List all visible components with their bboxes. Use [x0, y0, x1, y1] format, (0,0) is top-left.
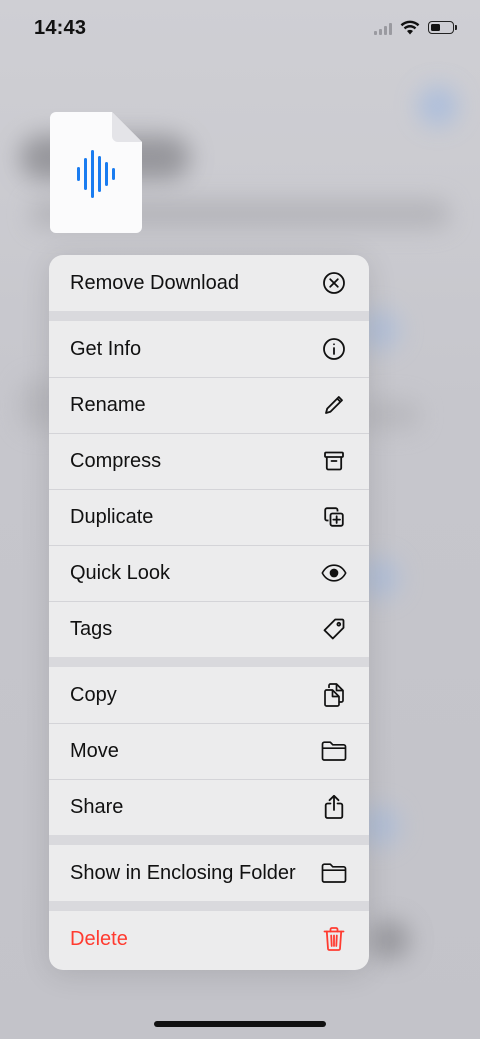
copy-icon [321, 682, 347, 708]
menu-item-label: Tags [70, 617, 113, 640]
menu-item-label: Show in Enclosing Folder [70, 861, 296, 884]
menu-group-separator [49, 311, 369, 321]
status-bar: 14:43 [0, 0, 480, 56]
trash-icon [321, 926, 347, 952]
menu-item-label: Move [70, 739, 119, 762]
folder-icon [321, 738, 347, 764]
menu-item-show-in-enclosing-folder[interactable]: Show in Enclosing Folder [49, 845, 369, 901]
menu-item-remove-download[interactable]: Remove Download [49, 255, 369, 311]
status-time: 14:43 [34, 17, 87, 39]
archive-box-icon [321, 448, 347, 474]
menu-item-label: Compress [70, 449, 162, 472]
menu-group-separator [49, 901, 369, 911]
file-preview [50, 112, 142, 233]
home-indicator[interactable] [154, 1021, 326, 1027]
menu-item-label: Rename [70, 393, 146, 416]
menu-item-label: Remove Download [70, 271, 239, 294]
menu-item-share[interactable]: Share [49, 779, 369, 835]
menu-item-move[interactable]: Move [49, 723, 369, 779]
battery-icon [428, 21, 457, 34]
menu-item-get-info[interactable]: Get Info [49, 321, 369, 377]
menu-item-quick-look[interactable]: Quick Look [49, 545, 369, 601]
document-icon [50, 112, 142, 233]
menu-group: Copy Move Share [49, 667, 369, 835]
menu-item-delete[interactable]: Delete [49, 911, 369, 967]
menu-group: Show in Enclosing Folder [49, 845, 369, 901]
menu-item-label: Duplicate [70, 505, 154, 528]
tag-icon [321, 616, 347, 642]
menu-group-separator [49, 657, 369, 667]
menu-item-duplicate[interactable]: Duplicate [49, 489, 369, 545]
circle-x-icon [321, 270, 347, 296]
menu-item-label: Copy [70, 683, 117, 706]
menu-item-label: Share [70, 795, 124, 818]
menu-item-label: Delete [70, 927, 128, 950]
context-menu: Remove Download Get Info Rename Compress Dup… [49, 255, 369, 970]
menu-item-tags[interactable]: Tags [49, 601, 369, 657]
info-icon [321, 336, 347, 362]
menu-group: Get Info Rename Compress Duplicate Quick Loo… [49, 321, 369, 657]
cellular-signal-icon [374, 21, 392, 35]
duplicate-icon [321, 504, 347, 530]
menu-item-compress[interactable]: Compress [49, 433, 369, 489]
status-indicators [374, 20, 457, 35]
folder-icon [321, 860, 347, 886]
menu-item-label: Quick Look [70, 561, 171, 584]
menu-item-copy[interactable]: Copy [49, 667, 369, 723]
menu-group: Remove Download [49, 255, 369, 311]
wifi-icon [400, 20, 420, 35]
eye-icon [321, 560, 347, 586]
menu-item-label: Get Info [70, 337, 142, 360]
menu-item-rename[interactable]: Rename [49, 377, 369, 433]
menu-group: Delete [49, 911, 369, 967]
share-icon [321, 794, 347, 820]
menu-group-separator [49, 835, 369, 845]
pencil-icon [321, 392, 347, 418]
